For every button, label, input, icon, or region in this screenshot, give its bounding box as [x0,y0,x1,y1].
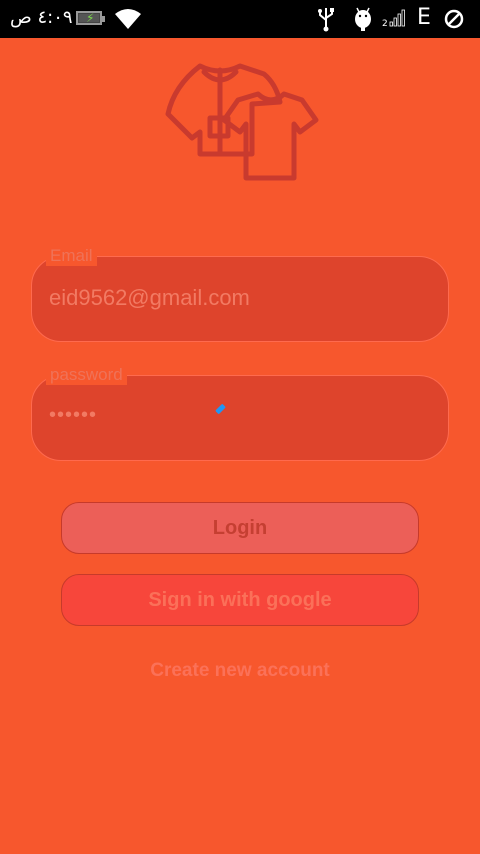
text-cursor-handle[interactable] [215,403,226,415]
password-label: password [46,365,127,385]
google-signin-button[interactable]: Sign in with google [61,574,419,626]
blocked-icon [444,9,464,29]
email-field[interactable]: Email eid9562@gmail.com [31,246,449,342]
password-input[interactable]: •••••• [49,404,97,427]
email-input[interactable]: eid9562@gmail.com [49,285,250,311]
status-bar: ٤:٠٩ ص ⚡ 2 E [0,0,480,38]
network-type: E [417,5,431,30]
status-time: ٤:٠٩ ص [10,7,73,28]
signal-icon: 2 [382,9,405,28]
wifi-icon [115,9,141,29]
login-button[interactable]: Login [61,502,419,554]
usb-icon [318,8,334,32]
svg-text:2: 2 [382,19,388,28]
email-label: Email [46,246,97,266]
password-field[interactable]: password •••••• [31,365,449,461]
create-account-link[interactable]: Create new account [0,660,480,682]
android-debug-icon [355,7,371,31]
clothes-icon [165,63,319,181]
battery-icon: ⚡ [76,11,105,25]
